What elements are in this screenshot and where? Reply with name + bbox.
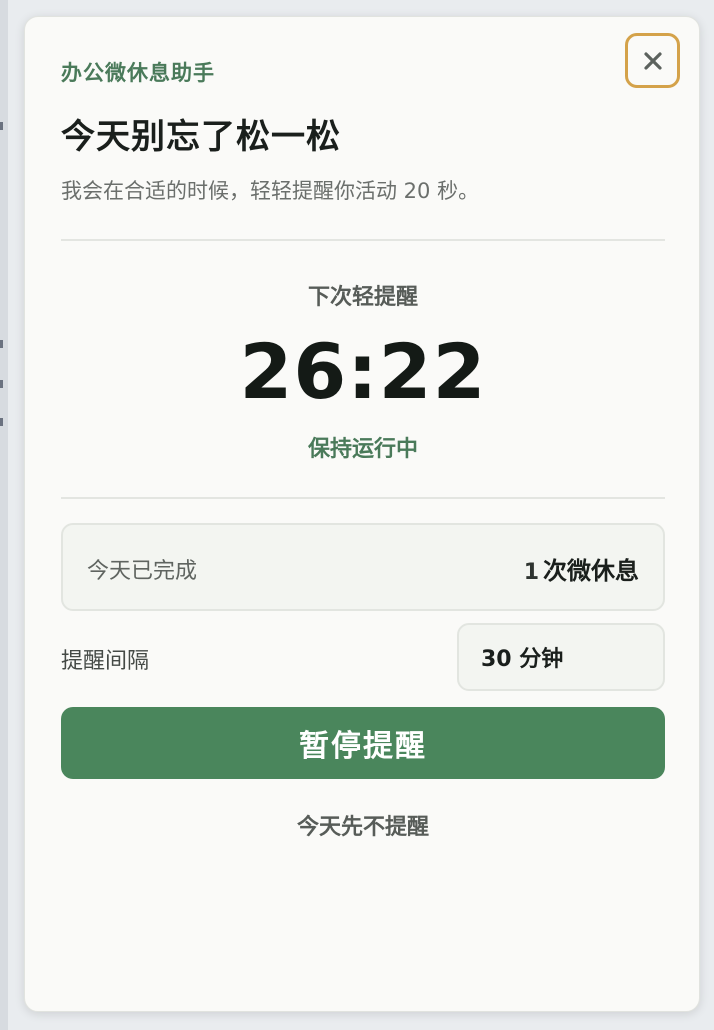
background-mark [0,418,3,426]
today-completed-count: 1 [523,560,539,585]
interval-selected-value: 30 分钟 [481,647,564,672]
divider [61,497,665,499]
countdown-timer: 26:22 [239,327,487,416]
interval-label: 提醒间隔 [61,649,150,674]
skip-today-button[interactable]: 今天先不提醒 [25,809,701,841]
interval-select[interactable]: 30 分钟 [457,623,665,691]
background-mark [0,380,3,388]
close-button[interactable] [625,33,680,88]
reminder-dialog: 办公微休息助手 今天别忘了松一松 我会在合适的时候，轻轻提醒你活动 20 秒。 … [24,16,700,1012]
background-mark [0,340,3,348]
today-completed-card: 今天已完成 1 次微休息 [61,523,665,611]
running-status: 保持运行中 [307,437,418,462]
pause-reminder-button[interactable]: 暂停提醒 [61,707,665,779]
app-name: 办公微休息助手 [61,61,215,85]
today-completed-value: 1 次微休息 [524,551,639,586]
divider [61,239,665,241]
next-reminder-label: 下次轻提醒 [307,285,418,310]
today-completed-unit: 次微休息 [543,557,639,585]
background-mark [0,122,3,130]
dialog-title: 今天别忘了松一松 [61,117,341,157]
close-icon [643,51,662,70]
dialog-subtitle: 我会在合适的时候，轻轻提醒你活动 20 秒。 [61,179,480,203]
background-window-edge [0,0,8,1030]
today-completed-label: 今天已完成 [87,559,198,584]
